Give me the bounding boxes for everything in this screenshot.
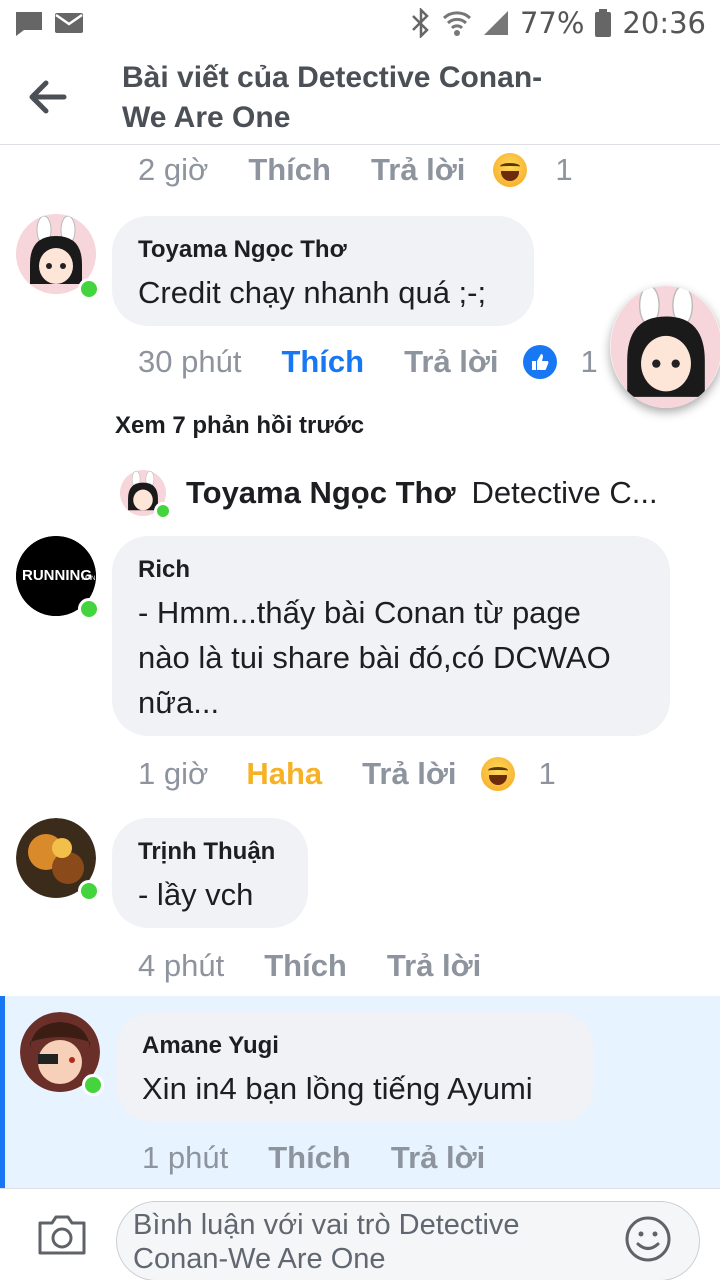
comments-list: 2 giờ Thích Trả lời 1 Toyama Ngọc Thơ Cr… bbox=[0, 146, 720, 1188]
comment-composer: Bình luận với vai trò Detective Conan-We… bbox=[0, 1188, 720, 1280]
comment-actions: 4 phút Thích Trả lời bbox=[138, 944, 481, 988]
comment-author[interactable]: Rich bbox=[138, 556, 644, 584]
reply-button[interactable]: Trả lời bbox=[387, 948, 481, 984]
comment-author[interactable]: Toyama Ngọc Thơ bbox=[138, 236, 508, 264]
reply-button[interactable]: Trả lời bbox=[371, 152, 465, 188]
online-status-dot bbox=[82, 1074, 104, 1096]
header: Bài viết của Detective Conan- We Are One bbox=[0, 48, 720, 145]
comment-time: 2 giờ bbox=[138, 152, 209, 187]
online-status-dot bbox=[78, 278, 100, 300]
chat-head-avatar bbox=[610, 286, 720, 408]
battery-icon bbox=[595, 9, 612, 37]
comment-text-line: nữa... bbox=[138, 685, 220, 720]
online-status-dot bbox=[154, 502, 172, 520]
reply-button[interactable]: Trả lời bbox=[362, 756, 456, 792]
reply-button[interactable]: Trả lời bbox=[391, 1140, 485, 1176]
comment-input[interactable]: Bình luận với vai trò Detective Conan-We… bbox=[116, 1201, 700, 1280]
reply-button[interactable]: Trả lời bbox=[404, 344, 498, 380]
page-title-line2: We Are One bbox=[122, 101, 291, 134]
like-button[interactable]: Thích bbox=[268, 1140, 351, 1176]
comment-bubble[interactable]: Toyama Ngọc Thơ Credit chạy nhanh quá ;-… bbox=[112, 216, 534, 326]
like-button[interactable]: Thích bbox=[281, 344, 364, 380]
like-button[interactable]: Thích bbox=[248, 152, 331, 188]
reaction-count[interactable]: 1 bbox=[581, 344, 598, 380]
haha-reaction-icon[interactable] bbox=[493, 153, 528, 187]
reaction-count[interactable]: 1 bbox=[555, 152, 572, 188]
online-status-dot bbox=[78, 880, 100, 902]
comment-bubble[interactable]: Trịnh Thuận - lầy vch bbox=[112, 818, 308, 928]
like-reaction-icon[interactable] bbox=[522, 345, 557, 379]
comment-time: 30 phút bbox=[138, 344, 242, 379]
comment-bubble[interactable]: Amane Yugi Xin in4 bạn lồng tiếng Ayumi bbox=[116, 1012, 594, 1122]
comment-actions: 1 phút Thích Trả lời bbox=[142, 1136, 485, 1180]
comment-text-line: nào là tui share bài đó,có DCWAO bbox=[138, 640, 611, 675]
comment-actions: 1 giờ Haha Trả lời 1 bbox=[138, 752, 556, 796]
reply-author[interactable]: Toyama Ngọc Thơ bbox=[186, 475, 456, 511]
message-icon bbox=[16, 12, 42, 36]
mail-icon bbox=[55, 13, 83, 33]
comment-time: 1 phút bbox=[142, 1140, 229, 1175]
reply-text: Detective C... bbox=[471, 475, 658, 510]
bluetooth-icon bbox=[412, 8, 429, 38]
comment-actions: 30 phút Thích Trả lời 1 bbox=[138, 340, 598, 384]
view-previous-replies-link[interactable]: Xem 7 phản hồi trước bbox=[115, 412, 364, 440]
comment-text: - lầy vch bbox=[138, 877, 254, 912]
comment-text-line: - Hmm...thấy bài Conan từ page bbox=[138, 595, 581, 630]
comment-text: Credit chạy nhanh quá ;-; bbox=[138, 275, 487, 310]
reply-preview[interactable]: Toyama Ngọc Thơ Detective C... bbox=[120, 468, 658, 520]
comment-input-placeholder: Conan-We Are One bbox=[133, 1243, 386, 1275]
reply-avatar bbox=[120, 470, 172, 520]
page-title-line1: Bài viết của Detective Conan- bbox=[122, 61, 543, 94]
comment-time: 1 giờ bbox=[138, 756, 209, 791]
comment-time: 4 phút bbox=[138, 948, 225, 983]
comment-author[interactable]: Amane Yugi bbox=[142, 1032, 568, 1060]
comment-text: Xin in4 bạn lồng tiếng Ayumi bbox=[142, 1071, 533, 1106]
like-button[interactable]: Thích bbox=[264, 948, 347, 984]
reaction-count[interactable]: 1 bbox=[539, 756, 556, 792]
camera-icon[interactable] bbox=[36, 1213, 88, 1257]
wifi-icon bbox=[442, 11, 471, 36]
page-title: Bài viết của Detective Conan- We Are One bbox=[122, 58, 592, 138]
status-bar: 77% 20:36 bbox=[0, 0, 720, 48]
comment-bubble[interactable]: Rich - Hmm...thấy bài Conan từ page nào … bbox=[112, 536, 670, 736]
online-status-dot bbox=[78, 598, 100, 620]
clock: 20:36 bbox=[622, 6, 706, 40]
comment-actions: 2 giờ Thích Trả lời 1 bbox=[138, 148, 573, 192]
battery-percent: 77% bbox=[519, 6, 585, 40]
back-arrow-icon[interactable] bbox=[24, 74, 70, 120]
haha-button[interactable]: Haha bbox=[246, 756, 322, 792]
haha-reaction-icon[interactable] bbox=[480, 757, 515, 791]
comment-author[interactable]: Trịnh Thuận bbox=[138, 838, 282, 866]
emoji-icon[interactable] bbox=[623, 1214, 673, 1264]
signal-icon bbox=[483, 11, 508, 35]
comment-input-placeholder: Bình luận với vai trò Detective bbox=[133, 1209, 520, 1241]
avatar-label-small: MAN bbox=[82, 576, 95, 582]
chat-head-bubble[interactable] bbox=[610, 286, 720, 408]
